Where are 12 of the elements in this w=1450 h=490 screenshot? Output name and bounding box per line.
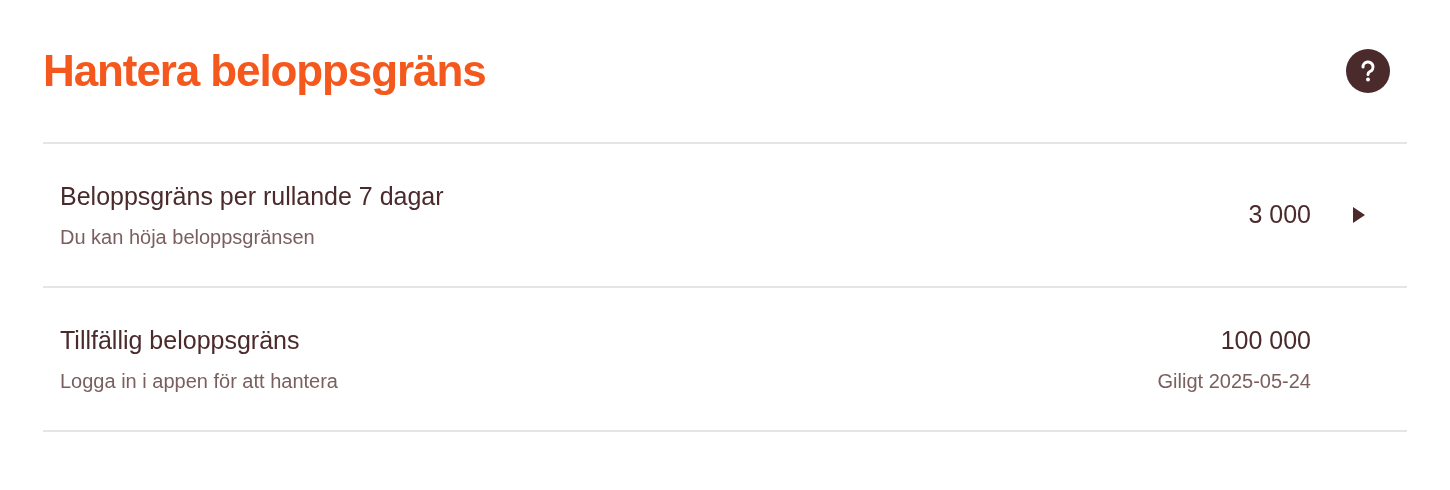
help-button[interactable] <box>1346 49 1390 93</box>
page-title: Hantera beloppsgräns <box>43 45 486 97</box>
limit-value: 100 000 <box>1220 325 1311 357</box>
row-description: Du kan höja beloppsgränsen <box>60 224 316 250</box>
validity-date: Giligt 2025-05-24 <box>1157 368 1311 394</box>
help-icon <box>1360 60 1376 82</box>
row-label: Tillfällig beloppsgräns <box>60 325 301 357</box>
row-description: Logga in i appen för att hantera <box>60 368 339 394</box>
limit-value: 3 000 <box>1248 199 1311 231</box>
row-label: Beloppsgräns per rullande 7 dagar <box>60 181 445 213</box>
chevron-right-icon[interactable] <box>1352 206 1366 224</box>
limit-row[interactable]: Beloppsgräns per rullande 7 dagar Du kan höja beloppsgränsen 3 000 <box>43 144 1407 288</box>
